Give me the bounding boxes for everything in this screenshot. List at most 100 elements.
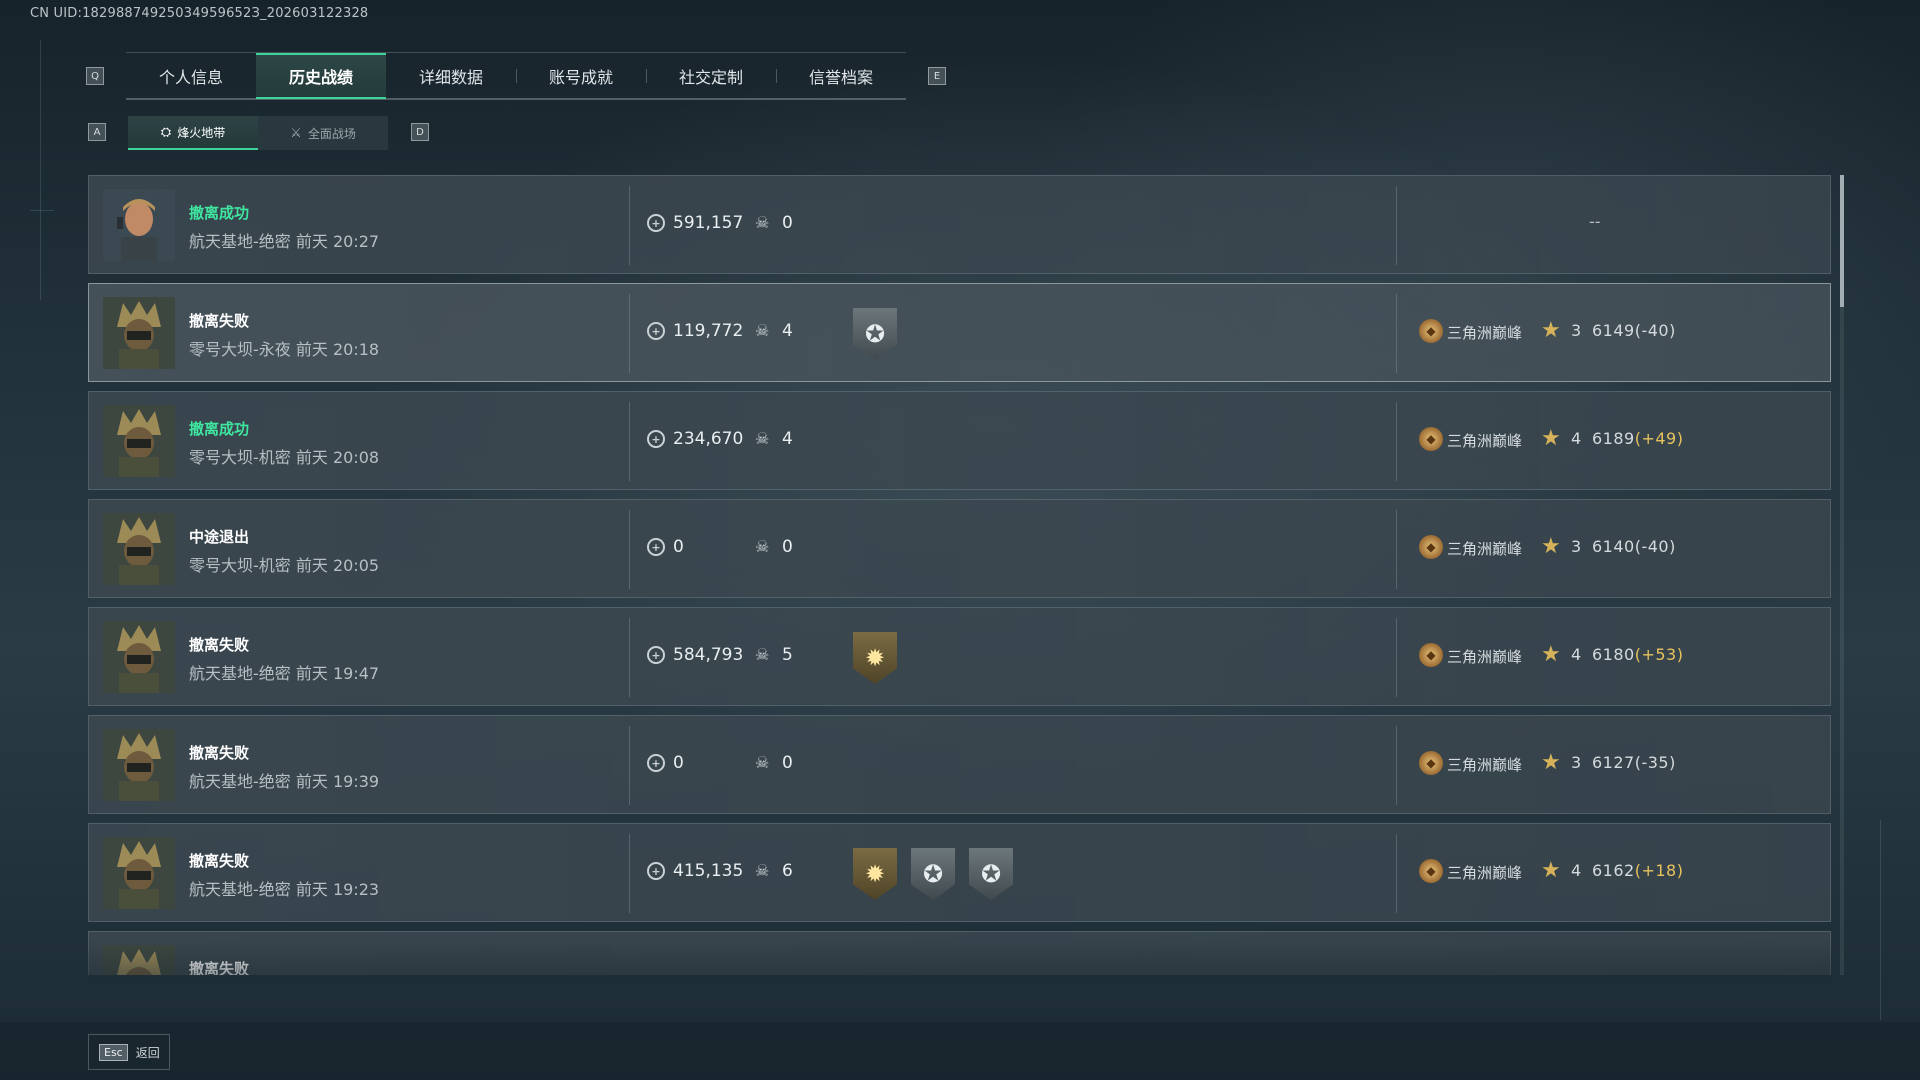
score-value: 6140 (1592, 537, 1635, 556)
column-divider (1396, 618, 1397, 697)
match-row[interactable]: 撤离成功 零号大坝-机密 前天 20:08 +234,670 ☠ 4 ◆ 三角洲巅峰 ★ 4 61… (88, 391, 1831, 490)
key-hint-a[interactable]: A (88, 123, 106, 141)
tab-detailed-data[interactable]: 详细数据 (386, 53, 516, 99)
subtab-battlefield[interactable]: ⚔ 全面战场 (258, 116, 388, 150)
loot-value: 584,793 (673, 645, 744, 665)
match-history-list[interactable]: 撤离成功 航天基地-绝密 前天 20:27 +591,157 ☠ 0 -- 撤离失败 零号大坝… (88, 175, 1831, 975)
match-map-time: 航天基地-绝密 前天 19:39 (189, 772, 380, 791)
score-delta: (+53) (1634, 645, 1684, 664)
kill-count: 5 (782, 645, 793, 665)
score-delta: (+49) (1634, 429, 1684, 448)
loot-value: 119,772 (673, 321, 744, 341)
match-status: 撤离成功 (189, 204, 250, 222)
operator-portrait-icon (103, 837, 175, 909)
kill-count: 0 (782, 753, 793, 773)
kill-icon: ☠ (755, 645, 770, 664)
score-value: 6162 (1592, 861, 1635, 880)
column-divider (1396, 294, 1397, 373)
achievement-badges: ✹ ✪ ✪ (853, 848, 1013, 900)
achievement-badges: ✹ (853, 632, 897, 684)
decor-line (30, 210, 54, 211)
kill-icon: ☠ (755, 321, 770, 340)
match-row[interactable]: 撤离失败 航天基地-绝密 前天 19:23 +415,135 ☠ 6 ✹ ✪ ✪ ◆ 三角洲巅峰 ★… (88, 823, 1831, 922)
match-status: 中途退出 (189, 528, 250, 546)
column-divider (629, 294, 630, 373)
gold-medal-icon: ✹ (853, 632, 897, 684)
mode-subtabs: ⛭ 烽火地带 ⚔ 全面战场 (128, 116, 388, 150)
tab-social-customization[interactable]: 社交定制 (646, 53, 776, 99)
star-icon: ★ (1541, 858, 1561, 883)
star-icon: ★ (1541, 534, 1561, 559)
main-tabs: 个人信息 历史战绩 详细数据 账号成就 社交定制 信誉档案 (126, 52, 906, 100)
coin-icon: + (647, 646, 665, 664)
match-row[interactable]: 撤离失败 航天基地-绝密 前天 19:39 +0 ☠ 0 ◆ 三角洲巅峰 ★ 3 6127(-35… (88, 715, 1831, 814)
tab-match-history[interactable]: 历史战绩 (256, 53, 386, 99)
operator-avatar (103, 297, 175, 369)
match-map-time: 航天基地-绝密 前天 19:23 (189, 880, 380, 899)
tab-account-achievements[interactable]: 账号成就 (516, 53, 646, 99)
rank-emblem-icon: ◆ (1419, 535, 1443, 559)
operator-avatar (103, 189, 175, 261)
match-row[interactable]: 撤离失败 零号大坝-永夜 前天 20:18 +119,772 ☠ 4 ✪ ◆ 三角洲巅峰 ★ 3 6… (88, 283, 1831, 382)
star-count: 3 (1571, 537, 1582, 556)
score-value: 6127 (1592, 753, 1635, 772)
subtab-label: 烽火地带 (177, 125, 226, 140)
kill-icon: ☠ (755, 213, 770, 232)
operator-avatar (103, 513, 175, 585)
key-hint-e[interactable]: E (928, 67, 946, 85)
match-map-time: 航天基地-绝密 前天 20:27 (189, 232, 380, 251)
match-row[interactable]: 中途退出 零号大坝-机密 前天 20:05 +0 ☠ 0 ◆ 三角洲巅峰 ★ 3 6140(-40… (88, 499, 1831, 598)
operator-portrait-icon (103, 621, 175, 693)
column-divider (629, 726, 630, 805)
rank-name: 三角洲巅峰 (1447, 864, 1523, 882)
rank-score: 6127(-35) (1592, 753, 1676, 772)
back-button[interactable]: Esc 返回 (88, 1034, 170, 1070)
key-hint-q[interactable]: Q (86, 67, 104, 85)
column-divider (629, 618, 630, 697)
tab-reputation-file[interactable]: 信誉档案 (776, 53, 906, 99)
subtab-fire-zone[interactable]: ⛭ 烽火地带 (128, 116, 258, 150)
kill-count: 0 (782, 537, 793, 557)
kill-count: 6 (782, 861, 793, 881)
kill-icon: ☠ (755, 429, 770, 448)
loot-value: 415,135 (673, 861, 744, 881)
coin-icon: + (647, 754, 665, 772)
column-divider (629, 834, 630, 913)
battlefield-icon: ⚔ (290, 125, 302, 141)
loot-value: 591,157 (673, 213, 744, 233)
rank-name: 三角洲巅峰 (1447, 756, 1523, 774)
rank-emblem-icon: ◆ (1419, 859, 1443, 883)
operator-portrait-icon (103, 297, 175, 369)
match-status: 撤离成功 (189, 420, 250, 438)
coin-icon: + (647, 322, 665, 340)
star-count: 3 (1571, 321, 1582, 340)
operator-portrait-icon (103, 729, 175, 801)
rank-name: 三角洲巅峰 (1447, 432, 1523, 450)
decor-line (1880, 820, 1881, 1020)
coin-icon: + (647, 862, 665, 880)
column-divider (1396, 510, 1397, 589)
coin-icon: + (647, 214, 665, 232)
score-delta: (-40) (1634, 321, 1676, 340)
list-fade (88, 940, 1831, 980)
score-delta: (-40) (1634, 537, 1676, 556)
score-value: 6189 (1592, 429, 1635, 448)
grey-medal-icon: ✪ (969, 848, 1013, 900)
operator-avatar (103, 729, 175, 801)
scrollbar-thumb[interactable] (1840, 175, 1844, 307)
match-map-time: 零号大坝-机密 前天 20:08 (189, 448, 380, 467)
match-row[interactable]: 撤离成功 航天基地-绝密 前天 20:27 +591,157 ☠ 0 -- (88, 175, 1831, 274)
rank-score: 6180(+53) (1592, 645, 1683, 664)
star-icon: ★ (1541, 750, 1561, 775)
star-icon: ★ (1541, 318, 1561, 343)
gold-medal-icon: ✹ (853, 848, 897, 900)
rank-emblem-icon: ◆ (1419, 643, 1443, 667)
subtab-label: 全面战场 (307, 126, 356, 141)
tab-personal-info[interactable]: 个人信息 (126, 53, 256, 99)
match-row[interactable]: 撤离失败 航天基地-绝密 前天 19:47 +584,793 ☠ 5 ✹ ◆ 三角洲巅峰 ★ 4 6… (88, 607, 1831, 706)
operator-portrait-icon (103, 189, 175, 261)
rank-empty: -- (1589, 212, 1601, 231)
key-hint-d[interactable]: D (411, 123, 429, 141)
operator-portrait-icon (103, 405, 175, 477)
match-status: 撤离失败 (189, 636, 250, 654)
